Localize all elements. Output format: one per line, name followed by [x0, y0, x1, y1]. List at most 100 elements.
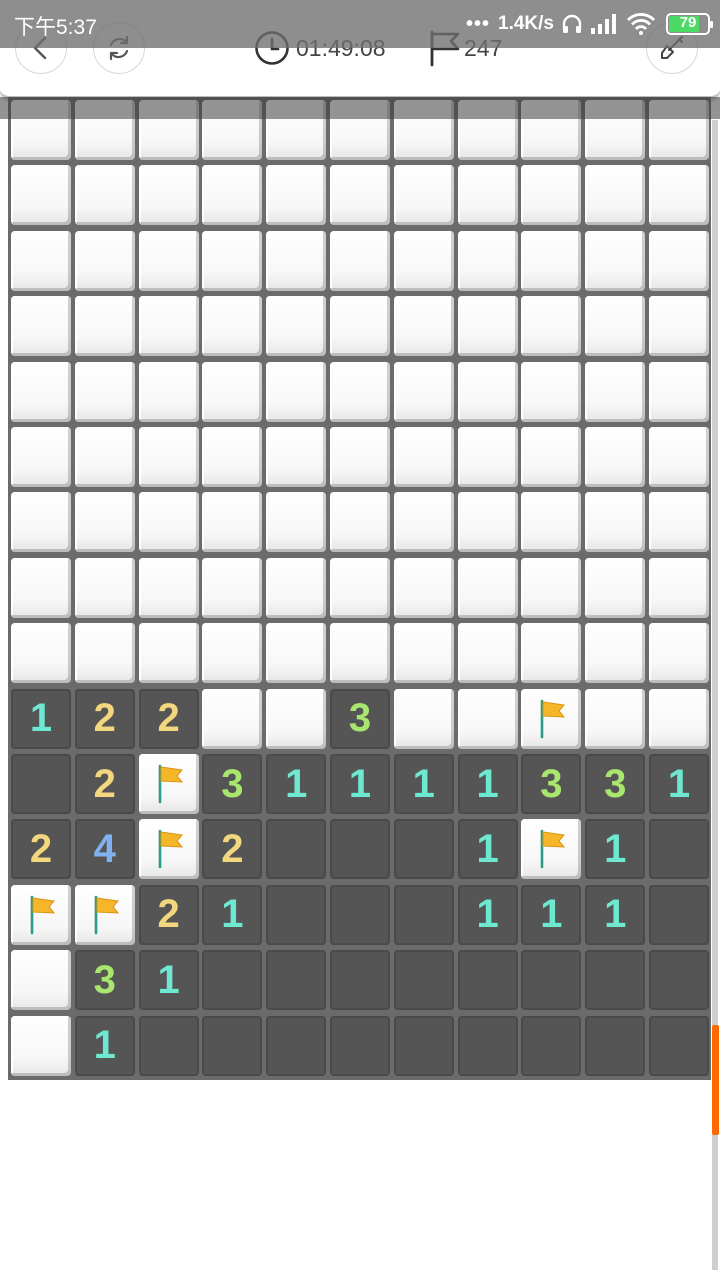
- cell-hidden[interactable]: [457, 361, 518, 422]
- cell-hidden[interactable]: [457, 296, 518, 357]
- cell-hidden[interactable]: [138, 427, 199, 487]
- cell-hidden[interactable]: [138, 165, 199, 226]
- cell-empty[interactable]: [585, 1015, 646, 1076]
- cell-hidden[interactable]: [11, 296, 71, 357]
- cell-hidden[interactable]: [74, 492, 135, 553]
- cell-flagged[interactable]: [138, 754, 199, 814]
- cell-flagged[interactable]: [138, 819, 199, 880]
- cell-hidden[interactable]: [74, 230, 135, 291]
- cell-hidden[interactable]: [521, 623, 582, 684]
- cell-hidden[interactable]: [266, 230, 327, 291]
- cell-hidden[interactable]: [11, 230, 71, 291]
- cell-hidden[interactable]: [266, 623, 327, 684]
- cell-hidden[interactable]: [202, 361, 263, 422]
- cell-number[interactable]: 2: [74, 754, 135, 814]
- cell-hidden[interactable]: [585, 296, 646, 357]
- cell-number[interactable]: 4: [74, 819, 135, 880]
- cell-hidden[interactable]: [202, 688, 263, 749]
- cell-number[interactable]: 2: [138, 884, 199, 945]
- cell-number[interactable]: 1: [457, 884, 518, 945]
- cell-hidden[interactable]: [74, 557, 135, 618]
- cell-number[interactable]: 2: [11, 819, 71, 880]
- cell-hidden[interactable]: [330, 623, 390, 684]
- cell-hidden[interactable]: [202, 296, 263, 357]
- cell-hidden[interactable]: [266, 361, 327, 422]
- cell-hidden[interactable]: [11, 623, 71, 684]
- cell-hidden[interactable]: [457, 230, 518, 291]
- cell-number[interactable]: 1: [74, 1015, 135, 1076]
- cell-hidden[interactable]: [138, 557, 199, 618]
- cell-number[interactable]: 1: [457, 819, 518, 880]
- cell-hidden[interactable]: [649, 230, 709, 291]
- cell-hidden[interactable]: [74, 427, 135, 487]
- cell-number[interactable]: 3: [202, 754, 263, 814]
- cell-empty[interactable]: [330, 884, 390, 945]
- cell-number[interactable]: 2: [202, 819, 263, 880]
- cell-number[interactable]: 1: [649, 754, 709, 814]
- cell-empty[interactable]: [330, 819, 390, 880]
- cell-empty[interactable]: [393, 884, 454, 945]
- cell-hidden[interactable]: [266, 557, 327, 618]
- cell-hidden[interactable]: [266, 165, 327, 226]
- cell-empty[interactable]: [266, 950, 327, 1011]
- cell-hidden[interactable]: [393, 165, 454, 226]
- cell-hidden[interactable]: [11, 1015, 71, 1076]
- cell-hidden[interactable]: [393, 361, 454, 422]
- cell-hidden[interactable]: [585, 623, 646, 684]
- cell-hidden[interactable]: [521, 361, 582, 422]
- cell-hidden[interactable]: [330, 230, 390, 291]
- cell-hidden[interactable]: [138, 296, 199, 357]
- cell-hidden[interactable]: [521, 557, 582, 618]
- cell-hidden[interactable]: [457, 492, 518, 553]
- cell-hidden[interactable]: [585, 688, 646, 749]
- cell-hidden[interactable]: [649, 361, 709, 422]
- cell-number[interactable]: 1: [138, 950, 199, 1011]
- cell-empty[interactable]: [202, 950, 263, 1011]
- cell-number[interactable]: 1: [266, 754, 327, 814]
- cell-flagged[interactable]: [521, 819, 582, 880]
- cell-empty[interactable]: [649, 884, 709, 945]
- cell-hidden[interactable]: [457, 623, 518, 684]
- cell-empty[interactable]: [649, 950, 709, 1011]
- cell-hidden[interactable]: [266, 427, 327, 487]
- cell-hidden[interactable]: [74, 165, 135, 226]
- cell-hidden[interactable]: [521, 492, 582, 553]
- cell-hidden[interactable]: [585, 230, 646, 291]
- cell-hidden[interactable]: [138, 623, 199, 684]
- cell-hidden[interactable]: [649, 427, 709, 487]
- cell-flagged[interactable]: [74, 884, 135, 945]
- cell-hidden[interactable]: [393, 688, 454, 749]
- cell-empty[interactable]: [266, 819, 327, 880]
- cell-hidden[interactable]: [585, 427, 646, 487]
- cell-empty[interactable]: [138, 1015, 199, 1076]
- cell-number[interactable]: 3: [521, 754, 582, 814]
- cell-number[interactable]: 1: [585, 884, 646, 945]
- cell-number[interactable]: 3: [330, 688, 390, 749]
- cell-hidden[interactable]: [393, 623, 454, 684]
- cell-hidden[interactable]: [649, 623, 709, 684]
- scrollbar-thumb[interactable]: [712, 1024, 719, 1135]
- cell-hidden[interactable]: [266, 492, 327, 553]
- cell-number[interactable]: 1: [330, 754, 390, 814]
- cell-empty[interactable]: [393, 950, 454, 1011]
- cell-hidden[interactable]: [393, 230, 454, 291]
- cell-hidden[interactable]: [74, 296, 135, 357]
- cell-hidden[interactable]: [138, 230, 199, 291]
- cell-empty[interactable]: [266, 1015, 327, 1076]
- cell-empty[interactable]: [521, 950, 582, 1011]
- cell-empty[interactable]: [521, 1015, 582, 1076]
- cell-empty[interactable]: [585, 950, 646, 1011]
- cell-hidden[interactable]: [330, 165, 390, 226]
- cell-number[interactable]: 1: [585, 819, 646, 880]
- cell-hidden[interactable]: [585, 492, 646, 553]
- cell-hidden[interactable]: [11, 950, 71, 1011]
- cell-number[interactable]: 2: [138, 688, 199, 749]
- cell-hidden[interactable]: [202, 623, 263, 684]
- cell-hidden[interactable]: [330, 492, 390, 553]
- cell-hidden[interactable]: [585, 361, 646, 422]
- cell-hidden[interactable]: [202, 557, 263, 618]
- cell-empty[interactable]: [11, 754, 71, 814]
- cell-hidden[interactable]: [330, 557, 390, 618]
- cell-hidden[interactable]: [521, 427, 582, 487]
- cell-number[interactable]: 1: [202, 884, 263, 945]
